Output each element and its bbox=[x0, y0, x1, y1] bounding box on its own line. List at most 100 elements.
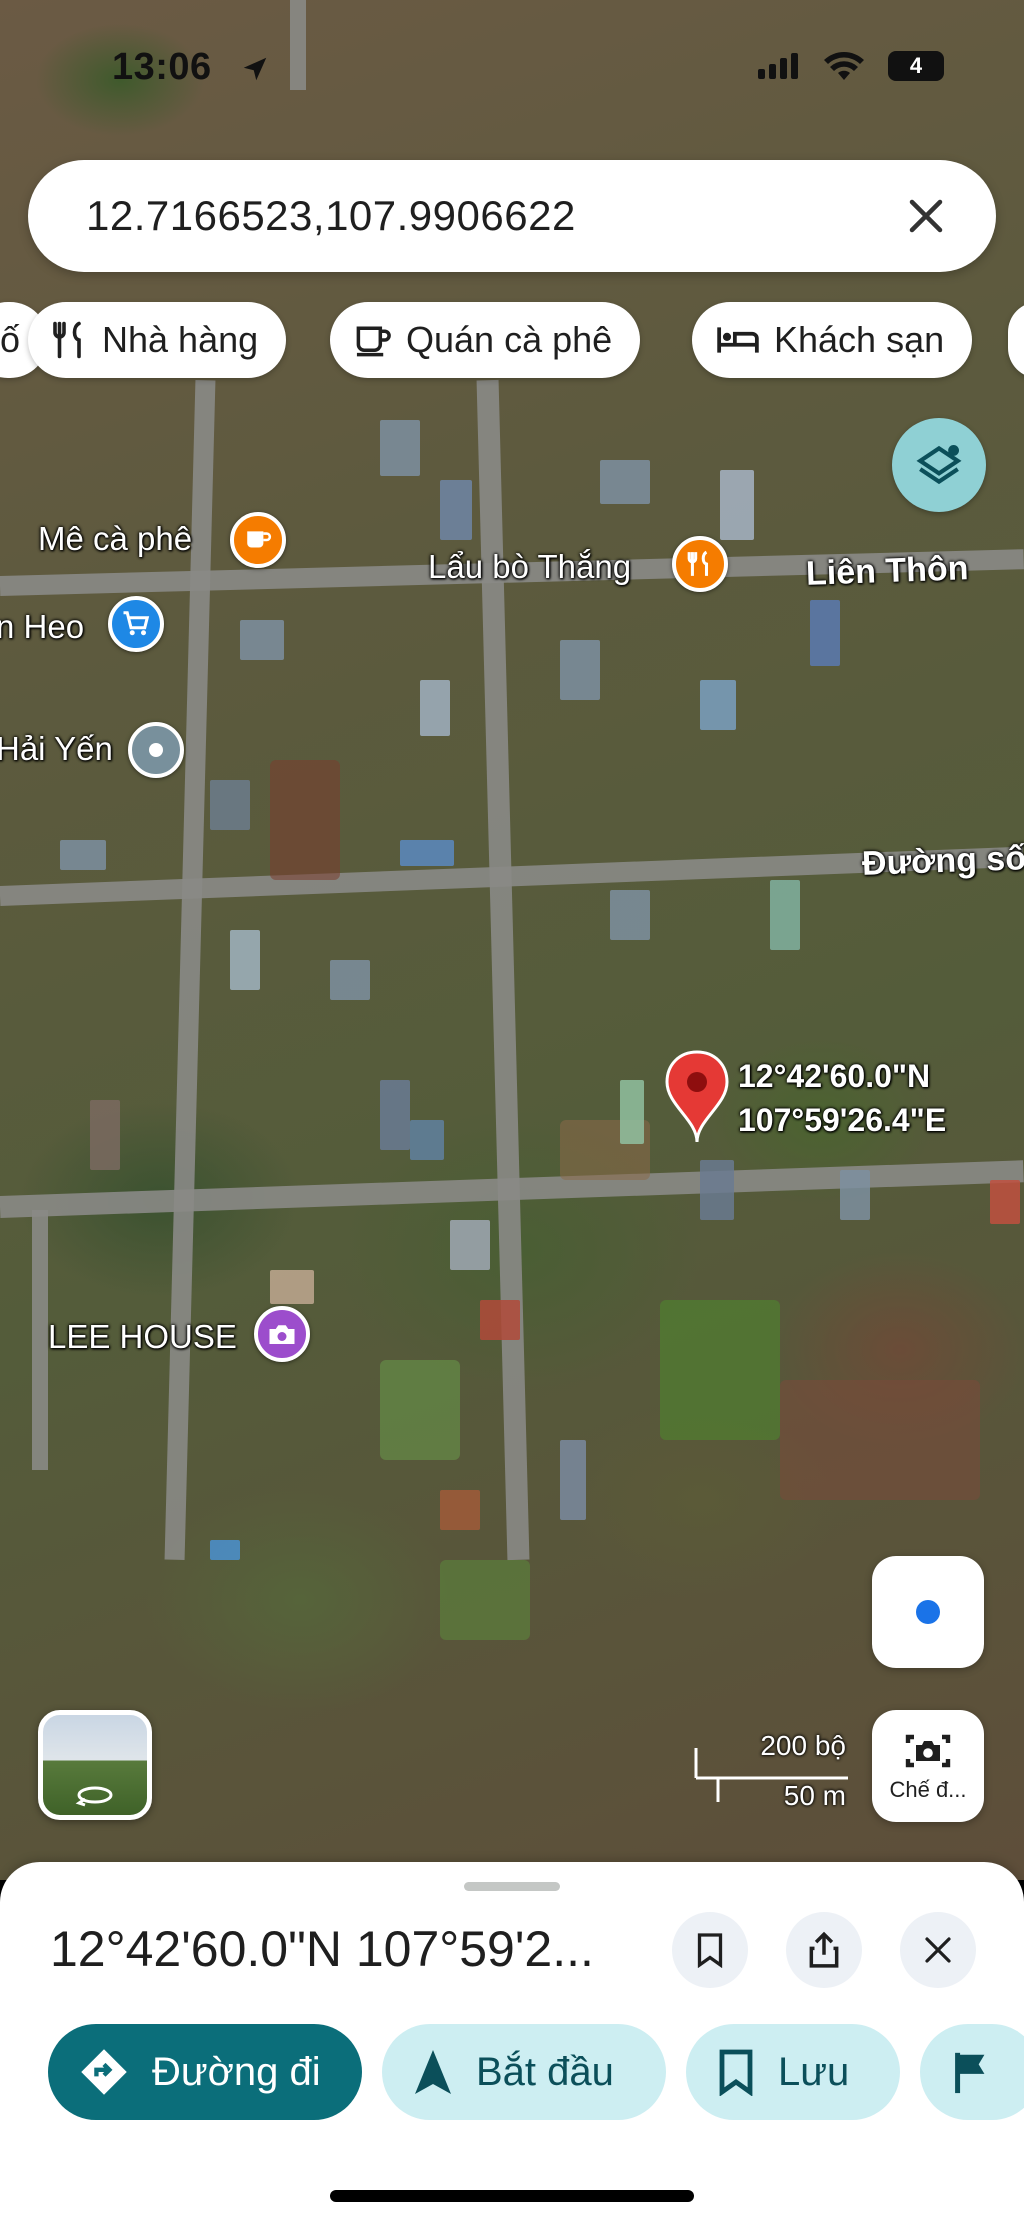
layers-icon bbox=[916, 445, 962, 485]
building bbox=[600, 460, 650, 504]
bookmark-icon bbox=[697, 1933, 723, 1968]
building bbox=[480, 1300, 520, 1340]
rotate-360-icon bbox=[75, 1786, 113, 1807]
chip-restaurants[interactable]: Nhà hàng bbox=[28, 302, 287, 378]
building bbox=[210, 780, 250, 830]
chip-label: Quán cà phê bbox=[406, 319, 613, 360]
close-icon bbox=[909, 199, 943, 233]
sheet-drag-handle[interactable] bbox=[464, 1882, 560, 1891]
wifi-icon bbox=[824, 52, 864, 80]
bookmark-icon bbox=[719, 2049, 753, 2096]
chip-label: ố bbox=[0, 319, 21, 360]
satellite-map[interactable] bbox=[0, 0, 1024, 1880]
road-label-duong-so: Đường số bbox=[861, 839, 1024, 883]
building bbox=[770, 880, 800, 950]
chip-label: Khách sạn bbox=[774, 319, 945, 360]
chip-hotels[interactable]: Khách sạn bbox=[692, 302, 973, 378]
road bbox=[290, 0, 306, 90]
building bbox=[330, 960, 370, 1000]
layers-button[interactable] bbox=[892, 418, 986, 512]
road-label-lien-thon: Liên Thôn bbox=[805, 549, 970, 593]
photo-pin-icon[interactable] bbox=[254, 1306, 310, 1362]
battery-icon: 4 bbox=[888, 51, 944, 81]
close-icon bbox=[925, 1937, 951, 1963]
map-scale: 200 bộ 50 m bbox=[692, 1730, 852, 1820]
restaurant-pin-icon[interactable] bbox=[672, 536, 728, 592]
status-time: 13:06 bbox=[112, 46, 212, 88]
poi-label-shop[interactable]: n Heo bbox=[0, 608, 84, 646]
restaurant-icon bbox=[53, 321, 81, 359]
field bbox=[380, 1360, 460, 1460]
share-button[interactable] bbox=[786, 1912, 862, 1988]
building bbox=[450, 1220, 490, 1270]
building bbox=[990, 1180, 1020, 1224]
chip-cafes[interactable]: Quán cà phê bbox=[330, 302, 641, 378]
building bbox=[270, 1270, 314, 1304]
building bbox=[810, 600, 840, 666]
building bbox=[620, 1080, 644, 1144]
pin-latitude: 12°42'60.0"N bbox=[738, 1058, 931, 1094]
flag-icon bbox=[955, 2052, 985, 2094]
street-view-thumbnail[interactable] bbox=[38, 1710, 152, 1820]
poi-label-cafe[interactable]: Mê cà phê bbox=[38, 520, 192, 558]
poi-label-lee-house[interactable]: LEE HOUSE bbox=[48, 1318, 237, 1356]
scale-metric: 50 m bbox=[783, 1780, 846, 1811]
building bbox=[560, 640, 600, 700]
place-sheet[interactable]: 12°42'60.0"N 107°59'2... Đường đi Bắt đầ… bbox=[0, 1862, 1024, 2219]
cellular-icon bbox=[758, 53, 798, 79]
label-button[interactable] bbox=[920, 2024, 1024, 2120]
cafe-pin-icon[interactable] bbox=[230, 512, 286, 568]
poi-label-restaurant[interactable]: Lẩu bò Thắng bbox=[428, 548, 631, 586]
directions-button[interactable]: Đường đi bbox=[48, 2024, 362, 2120]
share-icon bbox=[809, 1931, 839, 1968]
field bbox=[780, 1380, 980, 1500]
battery-level: 4 bbox=[909, 53, 923, 78]
building bbox=[840, 1170, 870, 1220]
building bbox=[440, 480, 472, 540]
directions-label: Đường đi bbox=[152, 2049, 321, 2094]
building bbox=[380, 1080, 410, 1150]
building bbox=[610, 890, 650, 940]
poi-label-hai-yen[interactable]: Hải Yến bbox=[0, 730, 113, 768]
building bbox=[700, 1160, 734, 1220]
coffee-icon bbox=[247, 531, 272, 548]
save-label: Lưu bbox=[778, 2049, 850, 2094]
building bbox=[720, 470, 754, 540]
cart-icon bbox=[123, 611, 150, 636]
hotel-icon bbox=[717, 327, 759, 353]
building bbox=[60, 840, 106, 870]
road bbox=[32, 1210, 48, 1470]
dropped-pin-icon[interactable] bbox=[664, 1050, 730, 1144]
building bbox=[230, 930, 260, 990]
building bbox=[560, 1440, 586, 1520]
building bbox=[700, 680, 736, 730]
pin-longitude: 107°59'26.4"E bbox=[738, 1102, 947, 1138]
location-arrow-icon bbox=[243, 57, 267, 81]
save-icon-button[interactable] bbox=[672, 1912, 748, 1988]
my-location-icon bbox=[916, 1600, 940, 1624]
field bbox=[270, 760, 340, 880]
start-button[interactable]: Bắt đầu bbox=[382, 2024, 666, 2120]
my-location-button[interactable] bbox=[872, 1556, 984, 1668]
home-indicator[interactable] bbox=[330, 2190, 694, 2202]
search-query[interactable]: 12.7166523,107.9906622 bbox=[86, 192, 896, 240]
building bbox=[400, 840, 454, 866]
building bbox=[440, 1490, 480, 1530]
pin-coordinates: 12°42'60.0"N 107°59'26.4"E bbox=[738, 1054, 946, 1142]
close-sheet-button[interactable] bbox=[900, 1912, 976, 1988]
chip-label: Nhà hàng bbox=[102, 319, 259, 360]
location-dot-icon bbox=[149, 743, 163, 757]
search-bar[interactable]: 12.7166523,107.9906622 bbox=[28, 160, 996, 272]
shopping-pin-icon[interactable] bbox=[108, 596, 164, 652]
clear-search-button[interactable] bbox=[896, 186, 956, 246]
start-label: Bắt đầu bbox=[476, 2049, 614, 2094]
building bbox=[90, 1100, 120, 1170]
navigation-icon bbox=[415, 2050, 451, 2094]
generic-pin-icon[interactable] bbox=[128, 722, 184, 778]
lens-label: Chế đ... bbox=[889, 1777, 967, 1802]
coffee-icon bbox=[356, 326, 391, 357]
lens-button[interactable]: Chế đ... bbox=[872, 1710, 984, 1822]
save-button[interactable]: Lưu bbox=[686, 2024, 900, 2120]
building bbox=[410, 1120, 444, 1160]
status-icons: 4 bbox=[756, 50, 944, 82]
